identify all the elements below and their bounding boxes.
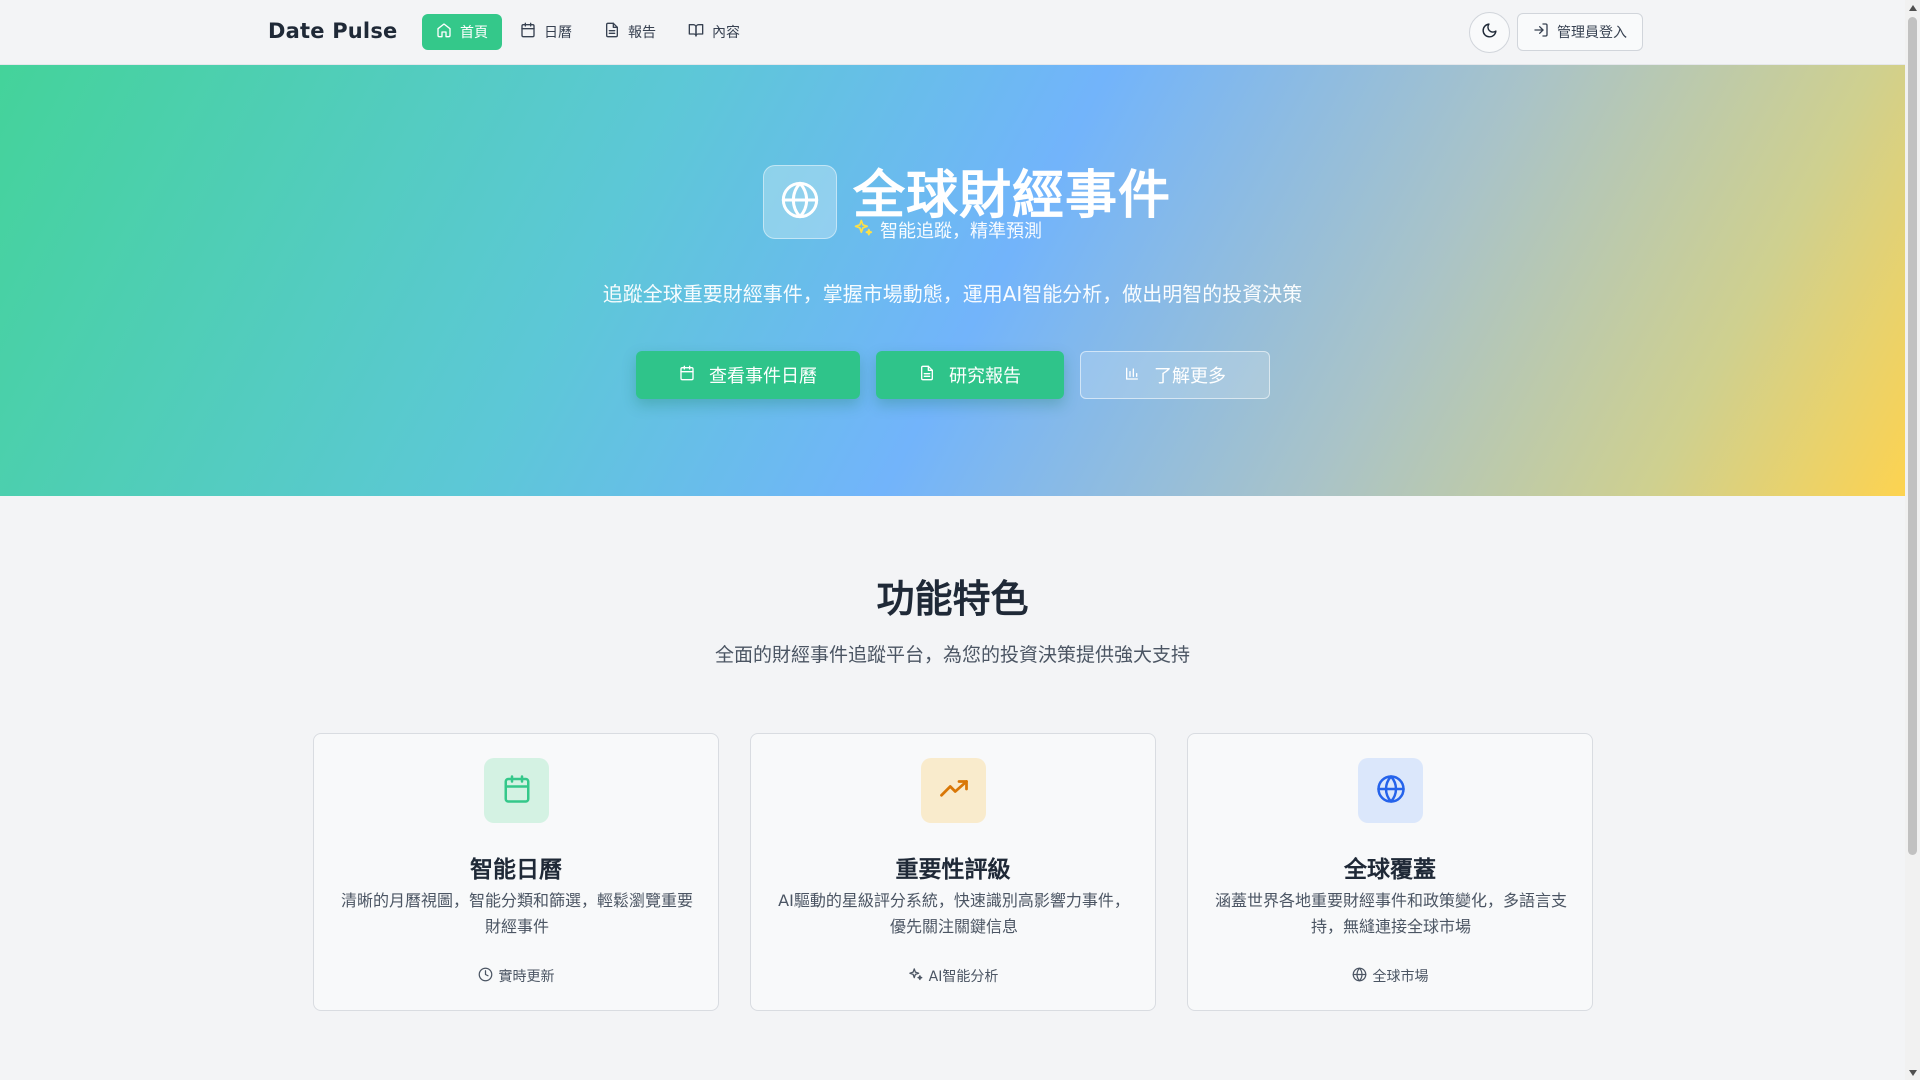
nav-item-home[interactable]: 首頁 [422, 14, 502, 50]
research-reports-button[interactable]: 研究報告 [876, 351, 1064, 399]
sparkles-icon [908, 967, 923, 986]
trending-up-icon [939, 774, 969, 808]
learn-more-label: 了解更多 [1154, 366, 1226, 387]
nav-item-calendar[interactable]: 日曆 [506, 14, 586, 50]
feature-card-meta: 實時更新 [314, 966, 718, 986]
feature-icon-badge [484, 758, 549, 823]
feature-card-title: 重要性評級 [895, 857, 1011, 883]
learn-more-button[interactable]: 了解更多 [1080, 351, 1270, 399]
brand-logo[interactable]: Date Pulse [268, 19, 397, 43]
feature-card-description: 涵蓋世界各地重要財經事件和政策變化，多語言支持，無縫連接全球市場 [1214, 891, 1567, 936]
features-title: 功能特色 [876, 577, 1029, 621]
hero-globe-badge [763, 165, 837, 239]
feature-card-description: AI驅動的星級評分系統，快速識別高影響力事件，優先關注關鍵信息 [778, 891, 1130, 936]
nav-item-content[interactable]: 內容 [674, 14, 754, 50]
features-subtitle: 全面的財經事件追蹤平台，為您的投資決策提供強大支持 [714, 644, 1190, 666]
calendar-icon [679, 365, 695, 386]
log-in-icon [1533, 22, 1549, 42]
hero-description: 追蹤全球重要財經事件，掌握市場動態，運用AI智能分析，做出明智的投資決策 [602, 282, 1303, 306]
feature-card-title: 智能日曆 [470, 857, 562, 883]
nav-item-label: 內容 [712, 25, 740, 41]
feature-card-meta: 全球市場 [1188, 966, 1592, 986]
vertical-scrollbar[interactable] [1905, 0, 1920, 1080]
feature-card-title: 全球覆蓋 [1344, 857, 1436, 883]
feature-card-description: 清晰的月曆視圖，智能分類和篩選，輕鬆瀏覽重要財經事件 [340, 891, 693, 936]
hero-tagline: 智能追蹤，精準預測 [853, 217, 1042, 243]
file-text-icon [919, 365, 935, 386]
globe-icon [1376, 774, 1406, 808]
scroll-up-arrow-icon[interactable] [1905, 0, 1920, 15]
calendar-icon [520, 22, 536, 42]
page: Date Pulse 首頁 日曆 報告 內容 管理員登入 全球財經事件 智能追蹤… [0, 0, 1905, 1080]
bar-chart-icon [1124, 365, 1140, 386]
scrollbar-thumb[interactable] [1908, 17, 1917, 855]
feature-card-rating: 重要性評級 AI驅動的星級評分系統，快速識別高影響力事件，優先關注關鍵信息 AI… [750, 733, 1156, 1011]
feature-icon-badge [1358, 758, 1423, 823]
theme-toggle-button[interactable] [1469, 12, 1510, 53]
feature-card-calendar: 智能日曆 清晰的月曆視圖，智能分類和篩選，輕鬆瀏覽重要財經事件 實時更新 [313, 733, 719, 1011]
home-icon [436, 22, 452, 42]
nav-item-reports[interactable]: 報告 [590, 14, 670, 50]
calendar-icon [502, 774, 532, 808]
moon-icon [1481, 22, 1498, 43]
main-nav: 首頁 日曆 報告 內容 [422, 14, 754, 50]
clock-icon [478, 967, 493, 986]
hero-tagline-text: 智能追蹤，精準預測 [880, 221, 1042, 242]
view-calendar-button[interactable]: 查看事件日曆 [636, 351, 860, 399]
sparkles-icon [853, 218, 873, 243]
globe-icon [780, 180, 820, 224]
admin-login-button[interactable]: 管理員登入 [1517, 13, 1643, 51]
nav-item-label: 日曆 [544, 25, 572, 41]
admin-login-label: 管理員登入 [1557, 25, 1627, 41]
nav-item-label: 首頁 [460, 25, 488, 41]
hero-section: 全球財經事件 智能追蹤，精準預測 追蹤全球重要財經事件，掌握市場動態，運用AI智… [0, 65, 1905, 496]
feature-card-global: 全球覆蓋 涵蓋世界各地重要財經事件和政策變化，多語言支持，無縫連接全球市場 全球… [1187, 733, 1593, 1011]
scroll-down-arrow-icon[interactable] [1905, 1065, 1920, 1080]
book-open-icon [688, 22, 704, 42]
top-header: Date Pulse 首頁 日曆 報告 內容 管理員登入 [0, 0, 1905, 65]
feature-icon-badge [921, 758, 986, 823]
feature-card-meta-label: 全球市場 [1372, 969, 1429, 985]
research-reports-label: 研究報告 [949, 366, 1021, 387]
feature-card-meta-label: AI智能分析 [928, 969, 999, 985]
globe-icon [1352, 967, 1367, 986]
nav-item-label: 報告 [628, 25, 656, 41]
feature-card-meta-label: 實時更新 [498, 969, 555, 985]
feature-card-meta: AI智能分析 [751, 966, 1155, 986]
file-text-icon [604, 22, 620, 42]
view-calendar-label: 查看事件日曆 [709, 366, 817, 387]
